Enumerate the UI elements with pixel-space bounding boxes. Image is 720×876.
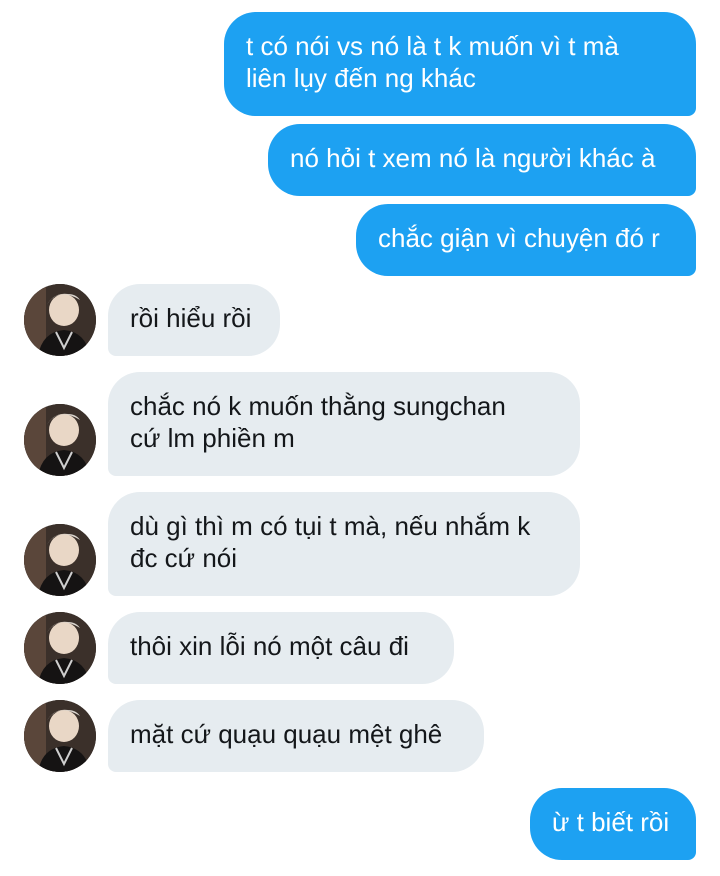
avatar-photo-icon	[24, 284, 96, 356]
contact-avatar[interactable]	[24, 524, 96, 596]
sent-message-bubble[interactable]: ừ t biết rồi	[530, 788, 696, 860]
avatar-photo-icon	[24, 524, 96, 596]
contact-avatar[interactable]	[24, 284, 96, 356]
contact-avatar[interactable]	[24, 404, 96, 476]
avatar-photo-icon	[24, 612, 96, 684]
received-message-bubble[interactable]: mặt cứ quạu quạu mệt ghê	[108, 700, 484, 772]
received-message-bubble[interactable]: chắc nó k muốn thằng sungchan cứ lm phiề…	[108, 372, 580, 476]
sent-message-bubble[interactable]: chắc giận vì chuyện đó r	[356, 204, 696, 276]
avatar-photo-icon	[24, 404, 96, 476]
avatar-photo-icon	[24, 700, 96, 772]
contact-avatar[interactable]	[24, 700, 96, 772]
received-message-bubble[interactable]: dù gì thì m có tụi t mà, nếu nhắm k đc c…	[108, 492, 580, 596]
received-message-bubble[interactable]: thôi xin lỗi nó một câu đi	[108, 612, 454, 684]
sent-message-bubble[interactable]: nó hỏi t xem nó là người khác à	[268, 124, 696, 196]
contact-avatar[interactable]	[24, 612, 96, 684]
sent-message-bubble[interactable]: t có nói vs nó là t k muốn vì t mà liên …	[224, 12, 696, 116]
received-message-bubble[interactable]: rồi hiểu rồi	[108, 284, 280, 356]
